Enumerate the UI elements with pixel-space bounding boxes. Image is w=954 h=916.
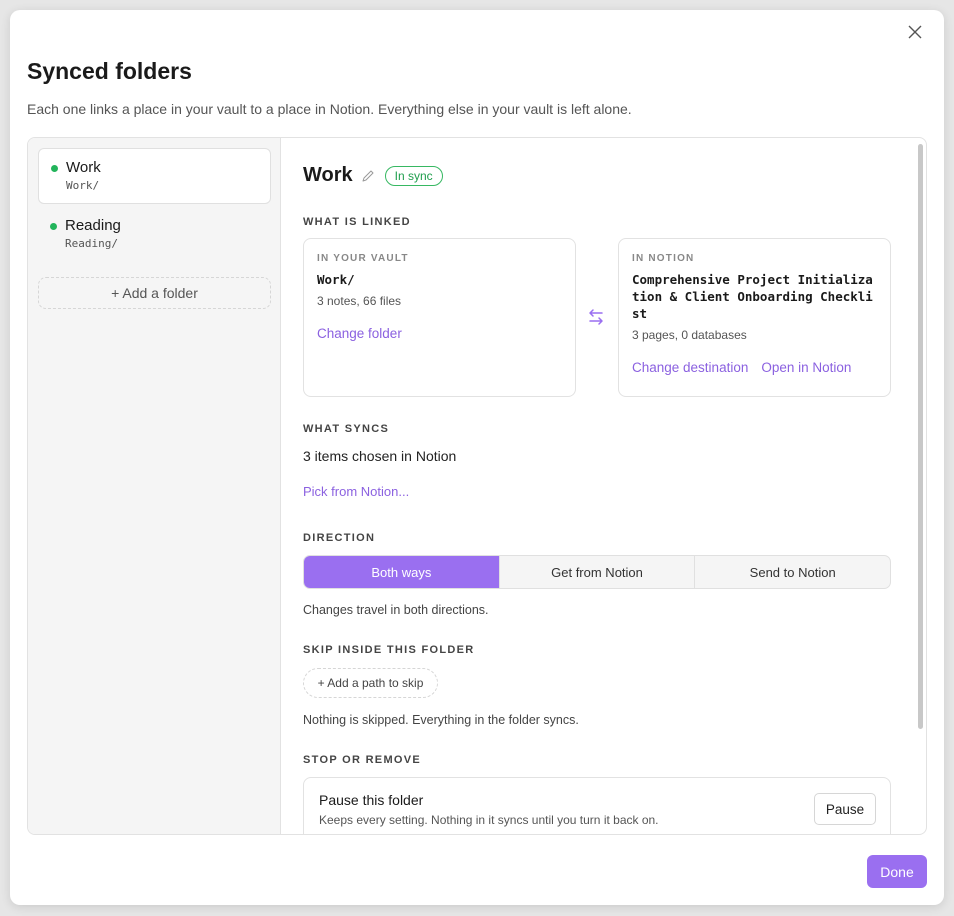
add-folder-button[interactable]: + Add a folder	[38, 277, 271, 309]
edit-name-button[interactable]	[361, 169, 375, 183]
change-destination-link[interactable]: Change destination	[632, 360, 748, 375]
vault-folder-counts: 3 notes, 66 files	[317, 294, 402, 308]
direction-send-to-notion[interactable]: Send to Notion	[695, 556, 890, 588]
direction-get-from-notion[interactable]: Get from Notion	[500, 556, 696, 588]
notion-page-counts: 3 pages, 0 databases	[632, 328, 747, 342]
folder-sidebar: Work Work/ Reading Reading/ + Add a fold…	[28, 138, 281, 834]
pause-folder-card: Pause this folder Keeps every setting. N…	[303, 777, 891, 834]
status-dot	[50, 223, 57, 230]
section-label-stop: STOP OR REMOVE	[303, 754, 422, 766]
vault-folder-path: Work/	[317, 272, 355, 287]
scrollbar-thumb[interactable]	[918, 144, 923, 729]
detail-title: Work	[303, 164, 353, 186]
folder-path: Reading/	[65, 237, 118, 250]
folder-detail: Work In sync WHAT IS LINKED IN YOUR VAUL…	[282, 138, 926, 834]
pencil-icon	[362, 170, 374, 181]
folder-path: Work/	[66, 179, 100, 192]
direction-both-ways[interactable]: Both ways	[304, 556, 500, 588]
folder-name: Reading	[65, 217, 121, 234]
direction-selector: Both ways Get from Notion Send to Notion	[303, 555, 891, 589]
bidirectional-arrows-icon	[587, 308, 605, 326]
close-icon	[908, 25, 922, 39]
pause-description: Keeps every setting. Nothing in it syncs…	[319, 813, 659, 827]
change-folder-link[interactable]: Change folder	[317, 326, 402, 341]
open-in-notion-link[interactable]: Open in Notion	[761, 360, 851, 375]
section-label-syncs: WHAT SYNCS	[303, 423, 390, 435]
vault-card-actions: Change folder	[317, 326, 562, 341]
section-label-skip: SKIP INSIDE THIS FOLDER	[303, 644, 475, 656]
add-skip-path-button[interactable]: + Add a path to skip	[303, 668, 438, 698]
detail-header: Work In sync	[303, 164, 443, 187]
notion-card-label: IN NOTION	[632, 253, 695, 264]
sidebar-item-reading[interactable]: Reading Reading/	[38, 207, 271, 263]
dialog-title: Synced folders	[27, 58, 192, 84]
synced-folders-dialog: Synced folders Each one links a place in…	[10, 10, 944, 905]
pause-title: Pause this folder	[319, 792, 424, 808]
folder-name: Work	[66, 159, 101, 176]
notion-card-actions: Change destination Open in Notion	[632, 360, 877, 375]
notion-card: IN NOTION Comprehensive Project Initiali…	[618, 238, 891, 397]
folders-panel: Work Work/ Reading Reading/ + Add a fold…	[27, 137, 927, 835]
notion-page-title: Comprehensive Project Initialization & C…	[632, 272, 873, 321]
skip-note: Nothing is skipped. Everything in the fo…	[303, 713, 579, 727]
vault-card-label: IN YOUR VAULT	[317, 253, 409, 264]
sidebar-item-work[interactable]: Work Work/	[38, 148, 271, 204]
direction-note: Changes travel in both directions.	[303, 603, 489, 617]
status-dot	[51, 165, 58, 172]
done-button[interactable]: Done	[867, 855, 927, 888]
section-label-direction: DIRECTION	[303, 532, 376, 544]
status-badge: In sync	[384, 165, 443, 186]
pause-button[interactable]: Pause	[814, 793, 876, 825]
dialog-description: Each one links a place in your vault to …	[27, 101, 632, 117]
pick-from-notion-link[interactable]: Pick from Notion...	[303, 484, 409, 499]
vault-card: IN YOUR VAULT Work/ 3 notes, 66 files Ch…	[303, 238, 576, 397]
section-label-linked: WHAT IS LINKED	[303, 216, 411, 228]
close-button[interactable]	[904, 21, 926, 43]
sync-summary: 3 items chosen in Notion	[303, 448, 457, 464]
